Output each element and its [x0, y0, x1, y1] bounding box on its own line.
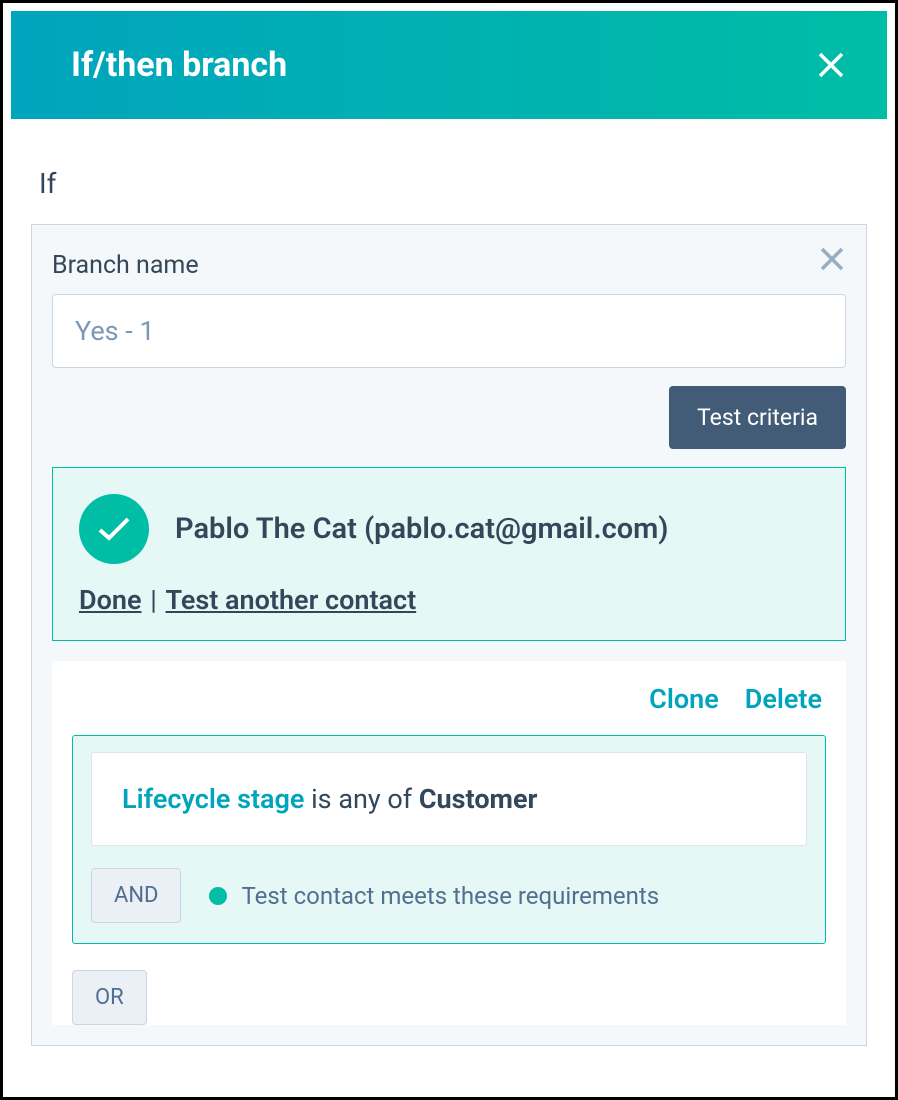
- criteria-card: Clone Delete Lifecycle stage is any of C…: [52, 661, 846, 1025]
- modal-title: If/then branch: [71, 45, 287, 85]
- test-criteria-button[interactable]: Test criteria: [669, 386, 846, 449]
- and-button[interactable]: AND: [91, 868, 181, 923]
- close-icon: [818, 245, 846, 273]
- status-dot-icon: [209, 887, 227, 905]
- clone-button[interactable]: Clone: [649, 683, 719, 715]
- modal-body: If Branch name Test criteria Pablo The C: [3, 119, 895, 1046]
- done-link[interactable]: Done: [79, 584, 141, 616]
- criteria-status: Test contact meets these requirements: [209, 882, 659, 910]
- branch-name-label: Branch name: [52, 251, 199, 280]
- success-check-icon: [79, 494, 149, 564]
- test-another-contact-link[interactable]: Test another contact: [166, 584, 417, 616]
- or-button[interactable]: OR: [72, 970, 147, 1025]
- test-result-panel: Pablo The Cat (pablo.cat@gmail.com) Done…: [52, 467, 846, 641]
- criteria-filter[interactable]: Lifecycle stage is any of Customer: [91, 752, 807, 846]
- criteria-status-text: Test contact meets these requirements: [241, 882, 659, 910]
- close-modal-button[interactable]: [815, 49, 847, 81]
- criteria-group: Lifecycle stage is any of Customer AND T…: [72, 735, 826, 944]
- filter-value: Customer: [419, 783, 538, 815]
- close-icon: [817, 51, 845, 79]
- remove-branch-button[interactable]: [818, 245, 846, 277]
- filter-property: Lifecycle stage: [122, 783, 304, 815]
- delete-button[interactable]: Delete: [745, 683, 822, 715]
- result-action-links: Done | Test another contact: [79, 584, 819, 616]
- if-label: If: [39, 167, 867, 200]
- modal-header: If/then branch: [11, 11, 887, 119]
- branch-name-input[interactable]: [52, 294, 846, 368]
- branch-card: Branch name Test criteria Pablo The Cat …: [31, 224, 867, 1046]
- filter-operator: is any of: [304, 783, 418, 815]
- test-contact-name: Pablo The Cat (pablo.cat@gmail.com): [175, 512, 668, 546]
